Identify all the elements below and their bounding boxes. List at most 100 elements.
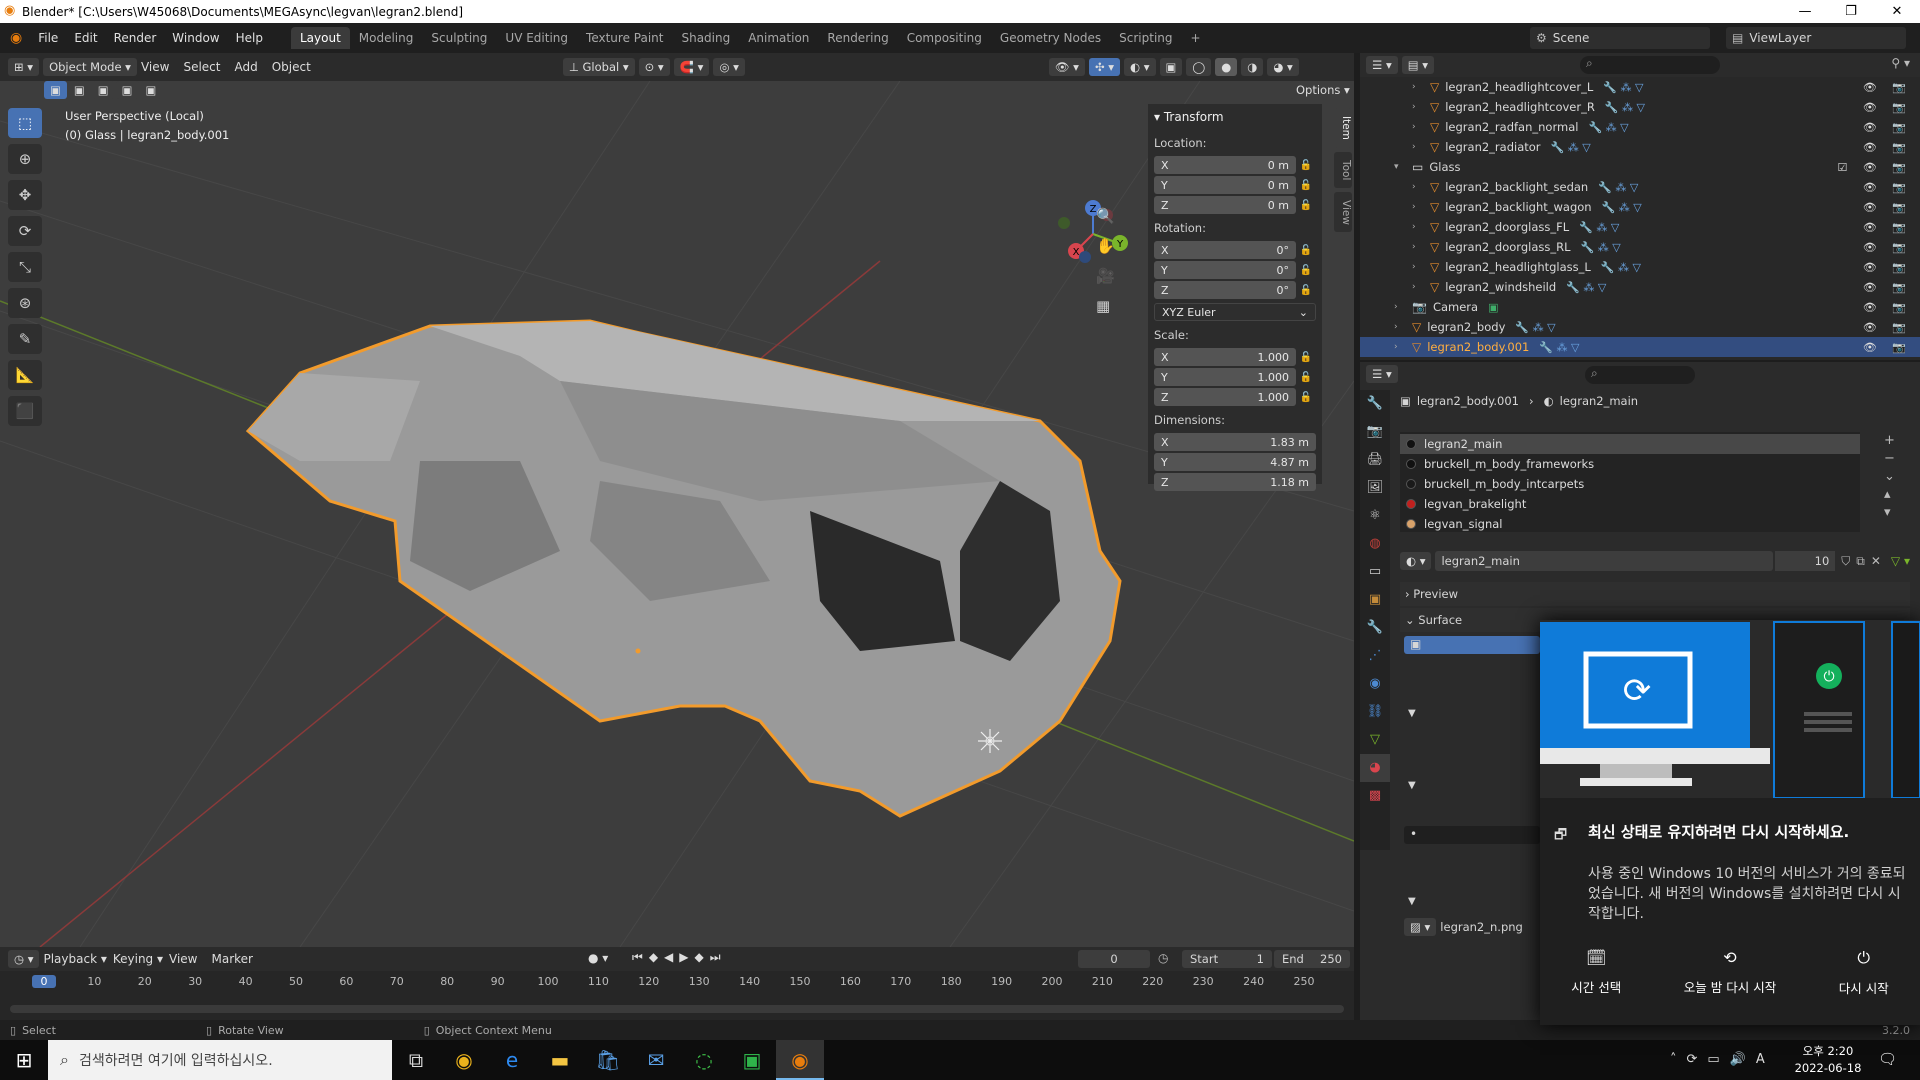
properties-search-input[interactable]: ⌕ [1585, 366, 1695, 384]
menu-window[interactable]: Window [164, 31, 227, 45]
photos-app-icon[interactable]: ▣ [728, 1040, 776, 1080]
modifier-tab-icon[interactable]: 🔧 [1360, 614, 1390, 642]
menu-help[interactable]: Help [228, 31, 271, 45]
jump-end-icon[interactable]: ⏭ [710, 950, 727, 964]
ime-indicator[interactable]: A [1756, 1052, 1775, 1067]
outliner-row[interactable]: › ▽ legran2_headlightcover_R 🔧 ⁂ ▽ 👁 📷 [1360, 97, 1920, 117]
restart-now-button[interactable]: ⏻ 다시 시작 [1839, 948, 1889, 997]
pivot-icon[interactable]: ⊙ ▾ [638, 58, 670, 76]
dimensions-x-field[interactable]: X 1.83 m [1154, 433, 1316, 451]
volume-icon[interactable]: 🔊 [1730, 1052, 1756, 1067]
modifier-data-icons[interactable]: 🔧 ⁂ ▽ [1588, 121, 1628, 134]
snap-icon[interactable]: 🧲 ▾ [673, 58, 710, 76]
expand-arrow-icon[interactable]: › [1412, 222, 1422, 232]
visibility-toggle-icon[interactable]: 👁 📷 [1863, 201, 1912, 214]
link-to-data-icon[interactable]: ▽ ▾ [1891, 554, 1910, 568]
modifier-data-icons[interactable]: 🔧 ⁂ ▽ [1603, 81, 1643, 94]
visibility-toggle-icon[interactable]: 👁 📷 [1863, 341, 1912, 354]
outliner-search-input[interactable]: ⌕ [1580, 56, 1720, 74]
material-slot[interactable]: legran2_main [1400, 434, 1860, 454]
restart-tonight-button[interactable]: ⟲ 오늘 밤 다시 시작 [1684, 948, 1776, 997]
modifier-data-icons[interactable]: 🔧 ⁂ ▽ [1601, 261, 1641, 274]
sidebar-tab-view[interactable]: View [1334, 192, 1352, 232]
jump-start-icon[interactable]: ⏮ [632, 950, 649, 964]
outliner-display-mode-icon[interactable]: ▤ ▾ [1401, 56, 1435, 74]
workspace-tab-rendering[interactable]: Rendering [818, 27, 897, 49]
playhead-frame-label[interactable]: 0 [32, 975, 56, 988]
modifier-data-icons[interactable]: 🔧 ⁂ ▽ [1602, 201, 1642, 214]
material-shading-icon[interactable]: ◑ [1241, 58, 1264, 76]
add-workspace-button[interactable]: + [1182, 27, 1210, 49]
workspace-tab-layout[interactable]: Layout [290, 27, 350, 49]
expand-arrow-icon[interactable]: › [1412, 242, 1422, 252]
outliner-row[interactable]: › ▽ legran2_body 🔧 ⁂ ▽ 👁 📷 [1360, 317, 1920, 337]
windows-update-toast[interactable]: ⏻ ⟳ 🗗 최신 상태로 유지하려면 다시 시작하세요. 사용 중인 Windo… [1540, 620, 1920, 1025]
rotation-y-field[interactable]: Y 0° [1154, 261, 1296, 279]
light-object-icon[interactable] [978, 729, 1002, 753]
material-slot[interactable]: legvan_brakelight [1400, 494, 1860, 514]
viewport-menu-object[interactable]: Object [272, 60, 311, 74]
select-mode-new-icon[interactable]: ▣ [44, 81, 67, 99]
expand-arrow-icon[interactable]: › [1412, 102, 1422, 112]
tool-tab-icon[interactable]: 🔧 [1360, 390, 1390, 418]
expand-arrow-icon[interactable]: › [1412, 262, 1422, 272]
lock-icon[interactable]: 🔓 [1296, 200, 1316, 211]
modifier-data-icons[interactable]: 🔧 ⁂ ▽ [1581, 241, 1621, 254]
outliner-row[interactable]: › ▽ legran2_doorglass_FL 🔧 ⁂ ▽ 👁 📷 [1360, 217, 1920, 237]
menu-edit[interactable]: Edit [66, 31, 105, 45]
expand-triangle-icon[interactable]: ▼ [1408, 708, 1416, 719]
expand-arrow-icon[interactable]: › [1394, 342, 1404, 352]
select-mode-extend-icon[interactable]: ▣ [67, 81, 91, 99]
particles-tab-icon[interactable]: ⋰ [1360, 642, 1390, 670]
workspace-tab-animation[interactable]: Animation [739, 27, 818, 49]
network-icon[interactable]: ▭ [1707, 1052, 1729, 1067]
outliner-row[interactable]: › ▽ legran2_radiator 🔧 ⁂ ▽ 👁 📷 [1360, 137, 1920, 157]
rotation-z-field[interactable]: Z 0° [1154, 281, 1296, 299]
play-icon[interactable]: ▶ [679, 950, 694, 964]
sidebar-tab-item[interactable]: Item [1334, 108, 1352, 148]
rotation-mode-dropdown[interactable]: XYZ Euler ⌄ [1154, 303, 1316, 321]
visibility-toggle-icon[interactable]: 👁 📷 [1863, 121, 1912, 134]
material-slot[interactable]: bruckell_m_body_frameworks [1400, 454, 1860, 474]
lock-icon[interactable]: 🔓 [1296, 285, 1316, 296]
overlay-toggle-icon[interactable]: ◐ ▾ [1124, 58, 1156, 76]
visibility-toggle-icon[interactable]: 👁 📷 [1863, 81, 1912, 94]
wireframe-shading-icon[interactable]: ◯ [1186, 58, 1212, 76]
scene-selector[interactable]: ⚙ Scene [1530, 27, 1710, 49]
sync-app-icon[interactable]: ◌ [680, 1040, 728, 1080]
timeline-menu-keying[interactable]: Keying ▾ [113, 952, 163, 966]
modifier-data-icons[interactable]: 🔧 ⁂ ▽ [1539, 341, 1579, 354]
modifier-data-icons[interactable]: 🔧 ⁂ ▽ [1515, 321, 1555, 334]
object-data-tab-icon[interactable]: ▽ [1360, 726, 1390, 754]
expand-arrow-icon[interactable]: › [1412, 202, 1422, 212]
slot-specials-icon[interactable]: ⌄ [1884, 468, 1895, 486]
texture-tab-icon[interactable]: ▩ [1360, 782, 1390, 810]
expand-arrow-icon[interactable]: › [1412, 142, 1422, 152]
move-slot-up-icon[interactable]: ▴ [1884, 486, 1895, 504]
blender-taskbar-icon[interactable]: ◉ [776, 1040, 824, 1080]
visibility-toggle-icon[interactable]: 👁 📷 [1863, 321, 1912, 334]
sidebar-tab-tool[interactable]: Tool [1334, 152, 1352, 188]
transform-tool-icon[interactable]: ⊛ [8, 288, 42, 318]
timeline-menu-marker[interactable]: Marker [212, 952, 253, 966]
filter-icon[interactable]: ⚲ ▾ [1891, 56, 1910, 70]
minimize-button[interactable]: — [1782, 0, 1828, 23]
expand-arrow-icon[interactable]: › [1412, 182, 1422, 192]
object-tab-icon[interactable]: ▣ [1360, 586, 1390, 614]
collection-tab-icon[interactable]: ▭ [1360, 558, 1390, 586]
constraints-tab-icon[interactable]: ⛓ [1360, 698, 1390, 726]
menu-file[interactable]: File [30, 31, 66, 45]
workspace-tab-geometry-nodes[interactable]: Geometry Nodes [991, 27, 1110, 49]
location-x-field[interactable]: X 0 m [1154, 156, 1296, 174]
material-slot-list[interactable]: legran2_main bruckell_m_body_frameworks br… [1400, 432, 1860, 532]
expand-arrow-icon[interactable]: › [1412, 122, 1422, 132]
preview-section-header[interactable]: › Preview [1400, 582, 1910, 606]
workspace-tab-modeling[interactable]: Modeling [350, 27, 423, 49]
lock-icon[interactable]: 🔓 [1296, 392, 1316, 403]
select-mode-invert-icon[interactable]: ▣ [115, 81, 139, 99]
taskbar-clock[interactable]: 오후 2:20 2022-06-18 [1790, 1043, 1866, 1077]
start-frame-field[interactable]: Start 1 [1182, 950, 1272, 968]
editor-type-button[interactable]: ⊞ ▾ [8, 58, 40, 76]
visibility-toggle-icon[interactable]: 👁 📷 [1863, 301, 1912, 314]
outliner-row[interactable]: › ▽ legran2_radfan_normal 🔧 ⁂ ▽ 👁 📷 [1360, 117, 1920, 137]
